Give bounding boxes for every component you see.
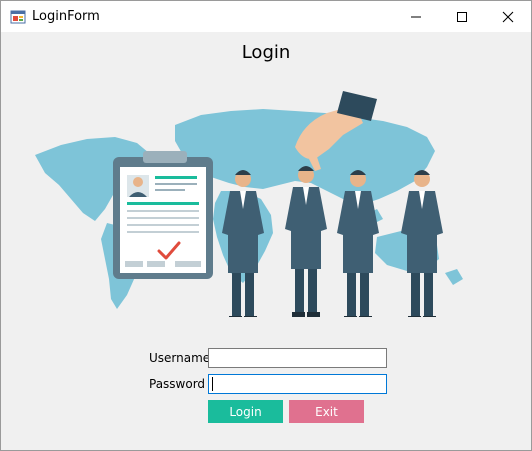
form-client-area: Login Username Password Login Exit [1, 32, 531, 450]
maximize-button[interactable] [439, 1, 485, 32]
password-input[interactable] [208, 374, 387, 394]
close-icon [502, 11, 514, 22]
minimize-button[interactable] [393, 1, 439, 32]
app-form-icon [10, 10, 26, 24]
login-form-window: LoginForm Login Username Password Login … [0, 0, 532, 451]
text-cursor [212, 377, 213, 391]
maximize-icon [457, 11, 467, 22]
exit-button[interactable]: Exit [289, 400, 364, 423]
window-title: LoginForm [32, 9, 100, 24]
clipboard-icon [113, 151, 213, 279]
close-button[interactable] [485, 1, 531, 32]
businessman-figure [401, 170, 443, 317]
title-bar[interactable]: LoginForm [1, 1, 531, 32]
page-title: Login [241, 42, 291, 63]
login-button[interactable]: Login [208, 400, 283, 423]
username-label: Username [149, 351, 211, 365]
username-input[interactable] [208, 348, 387, 368]
password-label: Password [149, 377, 206, 391]
minimize-icon [411, 16, 421, 17]
businessman-figure [285, 166, 327, 317]
team-selection-illustration [35, 91, 463, 317]
